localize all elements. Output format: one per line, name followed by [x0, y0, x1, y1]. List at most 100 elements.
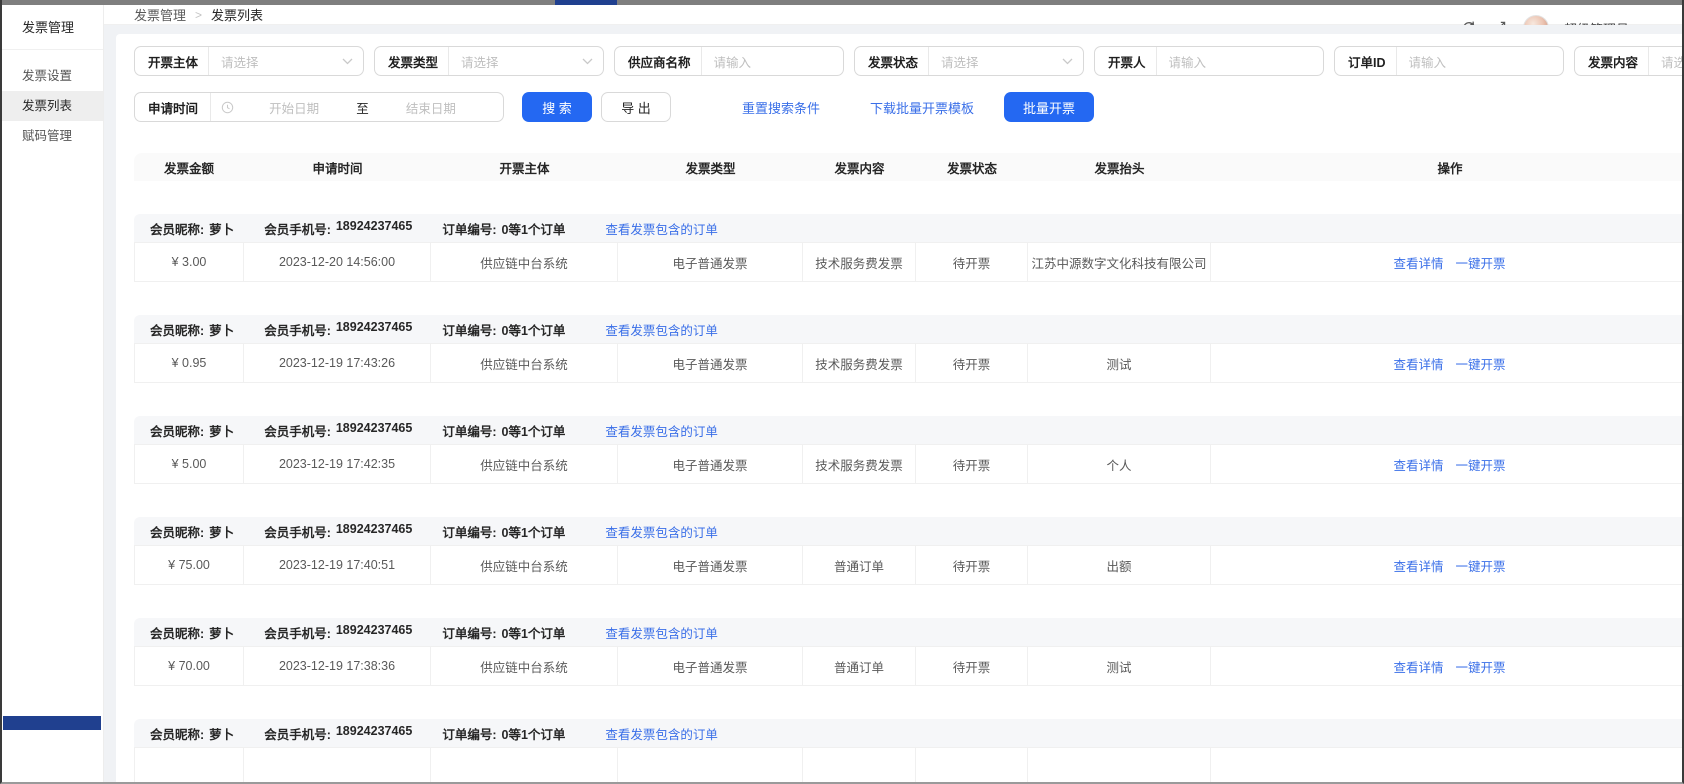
cell-apply-time [244, 748, 431, 784]
filter-field: 发票内容 请选择 [1574, 46, 1684, 76]
reset-search-link[interactable]: 重置搜索条件 [742, 98, 820, 117]
cell-invoice-subject: 供应链中台系统 [431, 647, 618, 685]
cell-invoice-status [916, 748, 1028, 784]
cell-invoice-subject: 供应链中台系统 [431, 243, 618, 281]
member-nickname: 会员昵称: 萝卜 [150, 320, 234, 339]
end-date-input[interactable]: 结束日期 [371, 98, 491, 117]
chevron-down-icon[interactable] [582, 58, 593, 65]
invoice-group: 会员昵称: 萝卜 会员手机号: 18924237465 订单编号: 0等1个订单… [134, 719, 1684, 784]
table-column-header: 发票状态 [916, 158, 1028, 177]
nickname-value: 萝卜 [209, 320, 234, 339]
member-phone: 会员手机号: 18924237465 [264, 522, 412, 541]
invoice-group: 会员昵称: 萝卜 会员手机号: 18924237465 订单编号: 0等1个订单… [134, 517, 1684, 585]
cell-invoice-content: 普通订单 [803, 647, 916, 685]
one-click-invoice-link[interactable]: 一键开票 [1456, 657, 1506, 676]
cell-invoice-type: 电子普通发票 [618, 647, 803, 685]
filter-input[interactable]: 请输入 [1157, 52, 1323, 71]
cell-invoice-type: 电子普通发票 [618, 243, 803, 281]
chevron-down-icon[interactable] [342, 58, 353, 65]
download-batch-template-link[interactable]: 下载批量开票模板 [870, 98, 974, 117]
cell-actions: 查看详情 一键开票 [1211, 344, 1684, 382]
view-details-link[interactable]: 查看详情 [1393, 455, 1443, 474]
filter-input[interactable]: 请选择 [929, 52, 1062, 71]
group-header-band: 会员昵称: 萝卜 会员手机号: 18924237465 订单编号: 0等1个订单… [134, 618, 1684, 646]
content-card: 开票主体 请选择 发票类型 请选择 供应商名称 请输入 发票状态 请选择 开票人… [116, 34, 1684, 784]
one-click-invoice-link[interactable]: 一键开票 [1456, 556, 1506, 575]
sidebar-horizontal-scrollbar-thumb[interactable] [3, 716, 101, 730]
breadcrumb-parent[interactable]: 发票管理 [134, 5, 186, 24]
view-included-orders-link[interactable]: 查看发票包含的订单 [605, 623, 718, 642]
nickname-label: 会员昵称: [150, 421, 204, 440]
cell-invoice-title: 测试 [1028, 647, 1211, 685]
export-button[interactable]: 导 出 [601, 92, 671, 122]
sidebar-item[interactable]: 发票设置 [2, 61, 103, 91]
view-details-link[interactable]: 查看详情 [1393, 354, 1443, 373]
filter-field: 开票人 请输入 [1094, 46, 1324, 76]
view-details-link[interactable]: 查看详情 [1393, 657, 1443, 676]
filter-input[interactable]: 请输入 [1397, 52, 1563, 71]
cell-invoice-amount: ¥ 70.00 [135, 647, 244, 685]
member-phone: 会员手机号: 18924237465 [264, 421, 412, 440]
filter-label: 开票主体 [135, 52, 208, 71]
invoice-group: 会员昵称: 萝卜 会员手机号: 18924237465 订单编号: 0等1个订单… [134, 618, 1684, 686]
cell-invoice-subject: 供应链中台系统 [431, 344, 618, 382]
sidebar: 发票管理 发票设置 发票列表 赋码管理 [2, 5, 104, 782]
member-nickname: 会员昵称: 萝卜 [150, 623, 234, 642]
cell-invoice-amount [135, 748, 244, 784]
order-number: 订单编号: 0等1个订单 [442, 421, 565, 440]
sidebar-item-label: 发票列表 [22, 99, 72, 113]
view-details-link[interactable]: 查看详情 [1393, 253, 1443, 272]
cell-invoice-content [803, 748, 916, 784]
filter-input[interactable]: 请选择 [209, 52, 342, 71]
sidebar-item[interactable]: 赋码管理 [2, 121, 103, 151]
phone-label: 会员手机号: [264, 421, 331, 440]
member-phone: 会员手机号: 18924237465 [264, 724, 412, 743]
filter-divider [210, 93, 211, 121]
batch-invoice-button[interactable]: 批量开票 [1004, 92, 1094, 122]
search-button[interactable]: 搜 索 [522, 92, 592, 122]
start-date-input[interactable]: 开始日期 [234, 98, 354, 117]
filter-row-2: 申请时间 开始日期 至 结束日期 搜 索 导 出 重置搜索条件 [134, 92, 1684, 122]
one-click-invoice-link[interactable]: 一键开票 [1456, 354, 1506, 373]
filter-input[interactable]: 请输入 [702, 52, 843, 71]
invoice-row: ¥ 70.00 2023-12-19 17:38:36 供应链中台系统 电子普通… [134, 646, 1684, 686]
cell-apply-time: 2023-12-20 14:56:00 [244, 243, 431, 281]
view-included-orders-link[interactable]: 查看发票包含的订单 [605, 320, 718, 339]
view-included-orders-link[interactable]: 查看发票包含的订单 [605, 219, 718, 238]
invoice-table: 发票金额申请时间开票主体发票类型发票内容发票状态发票抬头操作 会员昵称: 萝卜 … [134, 153, 1684, 784]
group-header-band: 会员昵称: 萝卜 会员手机号: 18924237465 订单编号: 0等1个订单… [134, 517, 1684, 545]
view-included-orders-link[interactable]: 查看发票包含的订单 [605, 724, 718, 743]
nickname-value: 萝卜 [209, 219, 234, 238]
view-included-orders-link[interactable]: 查看发票包含的订单 [605, 522, 718, 541]
cell-invoice-status: 待开票 [916, 647, 1028, 685]
phone-value: 18924237465 [336, 724, 412, 743]
view-details-link[interactable]: 查看详情 [1393, 556, 1443, 575]
one-click-invoice-link[interactable]: 一键开票 [1456, 253, 1506, 272]
nickname-label: 会员昵称: [150, 219, 204, 238]
order-number: 订单编号: 0等1个订单 [442, 623, 565, 642]
filter-input[interactable]: 请选择 [1649, 52, 1684, 71]
nickname-label: 会员昵称: [150, 623, 204, 642]
order-label: 订单编号: [442, 421, 496, 440]
group-header-band: 会员昵称: 萝卜 会员手机号: 18924237465 订单编号: 0等1个订单… [134, 719, 1684, 747]
sidebar-title: 发票管理 [2, 5, 103, 50]
one-click-invoice-link[interactable]: 一键开票 [1456, 455, 1506, 474]
member-phone: 会员手机号: 18924237465 [264, 623, 412, 642]
cell-invoice-type: 电子普通发票 [618, 445, 803, 483]
invoice-row [134, 747, 1684, 784]
filter-label: 供应商名称 [615, 52, 701, 71]
cell-apply-time: 2023-12-19 17:38:36 [244, 647, 431, 685]
order-number: 订单编号: 0等1个订单 [442, 320, 565, 339]
group-header-band: 会员昵称: 萝卜 会员手机号: 18924237465 订单编号: 0等1个订单… [134, 214, 1684, 242]
filter-label: 发票状态 [855, 52, 928, 71]
table-column-header: 发票类型 [618, 158, 803, 177]
view-included-orders-link[interactable]: 查看发票包含的订单 [605, 421, 718, 440]
phone-value: 18924237465 [336, 421, 412, 440]
cell-invoice-content: 普通订单 [803, 546, 916, 584]
filter-label: 发票内容 [1575, 52, 1648, 71]
sidebar-item[interactable]: 发票列表 [2, 91, 103, 121]
order-value: 0等1个订单 [502, 724, 566, 743]
chevron-down-icon[interactable] [1062, 58, 1073, 65]
cell-invoice-type: 电子普通发票 [618, 344, 803, 382]
filter-input[interactable]: 请选择 [449, 52, 582, 71]
